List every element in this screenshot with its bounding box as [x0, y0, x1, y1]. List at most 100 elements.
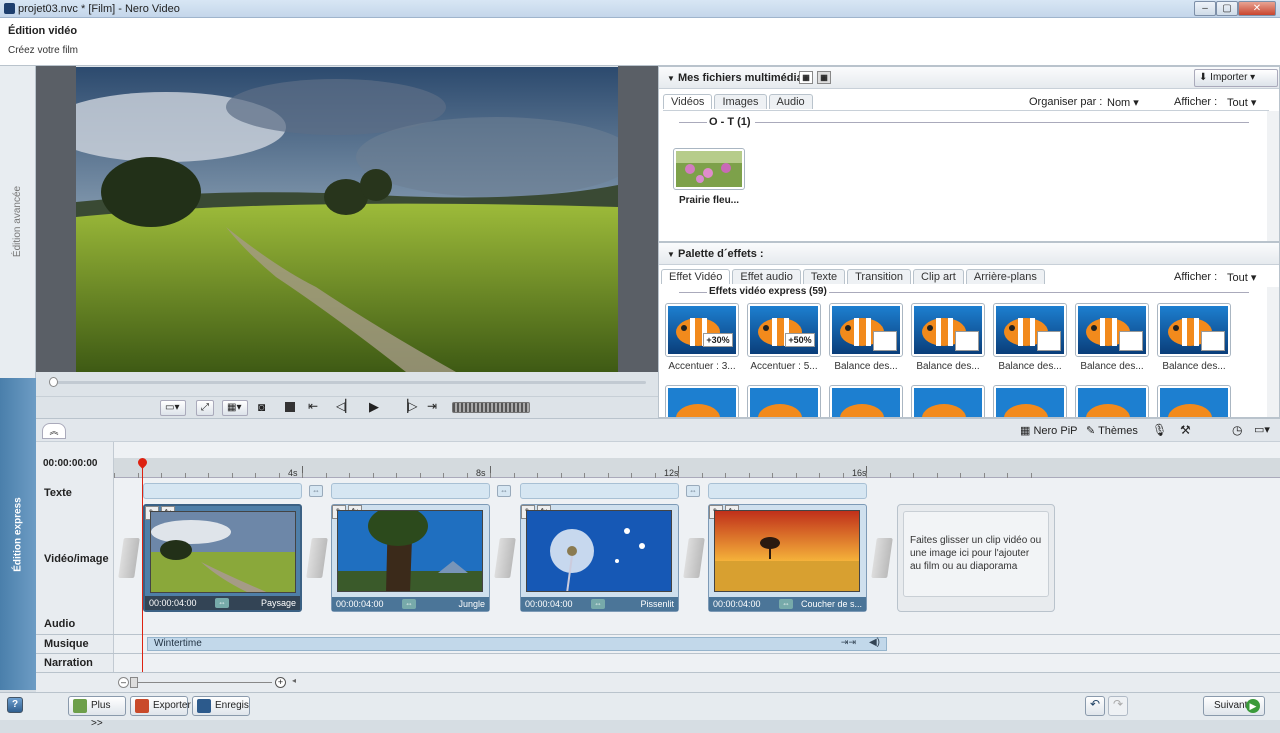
tab-audio-effect[interactable]: Effet audio [732, 269, 801, 284]
timeline-clip[interactable]: ✎fx 00:00:04:00⇔Jungle [331, 504, 490, 612]
ruler-minor-tick [725, 473, 726, 478]
preview-scrubber[interactable] [52, 381, 646, 384]
go-to-start-icon[interactable]: ⇤ [308, 399, 318, 413]
white-balance-icon [1037, 331, 1061, 351]
next-button[interactable]: Suivant ▶ [1203, 696, 1265, 716]
maximize-button[interactable]: ▢ [1216, 1, 1238, 16]
effect-tile[interactable] [747, 303, 821, 357]
fade-icon[interactable]: ⇥⇥ [841, 637, 856, 648]
effect-tile[interactable] [829, 385, 903, 417]
jog-wheel[interactable] [452, 402, 530, 413]
minimize-button[interactable]: – [1194, 1, 1216, 16]
text-slot[interactable] [331, 483, 490, 499]
tab-images[interactable]: Images [714, 94, 767, 109]
more-button[interactable]: Plus >> [68, 696, 126, 729]
nero-pip-button[interactable]: ▦ Nero PiP [1020, 424, 1077, 437]
save-button[interactable]: Enregistrer [192, 696, 250, 716]
effect-tile[interactable] [1075, 385, 1149, 417]
drop-zone[interactable]: Faites glisser un clip vidéo ou une imag… [897, 504, 1055, 612]
snapshot-icon[interactable]: ◙ [258, 400, 272, 414]
text-slot[interactable] [143, 483, 302, 499]
effect-tile[interactable] [1157, 385, 1231, 417]
ruler-minor-tick [443, 473, 444, 478]
effect-tile[interactable] [665, 385, 739, 417]
collapse-timeline-icon[interactable]: ︽ [42, 423, 66, 439]
previous-frame-icon[interactable]: ◁▏ [336, 399, 354, 413]
tab-audio[interactable]: Audio [768, 94, 813, 109]
trim-icon[interactable]: ⇔ [591, 599, 605, 609]
playhead[interactable] [142, 460, 143, 672]
trim-icon[interactable]: ⇔ [215, 598, 229, 608]
effect-tile[interactable] [993, 385, 1067, 417]
tab-videos[interactable]: Vidéos [663, 94, 713, 109]
themes-button[interactable]: ✎ Thèmes [1086, 424, 1138, 437]
sort-dropdown[interactable]: Nom ▾ [1107, 96, 1139, 109]
transition-link-icon[interactable]: ⇔ [686, 485, 700, 497]
tools-icon[interactable]: ⚒ [1180, 423, 1191, 437]
tab-text[interactable]: Texte [802, 269, 846, 284]
text-slot[interactable] [708, 483, 867, 499]
undo-icon[interactable]: ↶ [1085, 696, 1105, 716]
express-edit-tab[interactable]: Édition express [0, 378, 36, 690]
effect-tile[interactable] [911, 385, 985, 417]
clip-thumbnail [150, 511, 296, 593]
ruler-minor-tick [419, 473, 421, 478]
media-item-thumbnail[interactable] [673, 148, 745, 190]
collapse-icon[interactable]: ▼ [667, 74, 675, 83]
layout-button[interactable]: ▦▾ [222, 400, 248, 416]
next-frame-icon[interactable]: ▕▷ [399, 399, 417, 413]
help-icon[interactable]: ? [7, 697, 23, 713]
zoom-slider-handle[interactable] [130, 677, 138, 688]
scrubber-handle[interactable] [49, 377, 58, 387]
tab-transition[interactable]: Transition [847, 269, 912, 284]
more-label: Plus >> [91, 700, 111, 729]
show-value: Tout [1227, 97, 1248, 109]
volume-icon[interactable]: ◀) [869, 637, 880, 648]
effects-scrollbar[interactable] [1267, 287, 1279, 417]
window-title: projet03.nvc * [Film] - Nero Video [18, 3, 180, 15]
export-button[interactable]: Exporter [130, 696, 191, 716]
clip-thumbnail [337, 510, 483, 592]
import-button[interactable]: ⬇ Importer ▾ [1194, 69, 1278, 87]
media-scrollbar[interactable] [1267, 111, 1279, 241]
zoom-in-icon[interactable]: + [275, 677, 286, 688]
clip-info-bar: 00:00:04:00 ⇔ Paysage [145, 596, 300, 610]
trim-icon[interactable]: ⇔ [402, 599, 416, 609]
fullscreen-icon[interactable]: ⤢ [196, 400, 214, 416]
collapse-icon[interactable]: ▼ [667, 250, 675, 259]
microphone-icon[interactable]: 🎙 [1152, 423, 1167, 437]
scroll-left-icon[interactable]: ◂ [292, 676, 296, 685]
trim-icon[interactable]: ⇔ [779, 599, 793, 609]
transition-link-icon[interactable]: ⇔ [309, 485, 323, 497]
redo-icon[interactable]: ↷ [1108, 696, 1128, 716]
zoom-out-icon[interactable]: – [118, 677, 129, 688]
display-mode-button[interactable]: ▭▾ [160, 400, 186, 416]
text-slot[interactable] [520, 483, 679, 499]
stop-icon[interactable] [285, 402, 295, 412]
zoom-slider[interactable] [132, 682, 272, 683]
transition-link-icon[interactable]: ⇔ [497, 485, 511, 497]
show-dropdown[interactable]: Tout ▾ [1227, 96, 1256, 109]
play-icon[interactable]: ▶ [369, 399, 379, 415]
timeline-clip[interactable]: ✎fx 00:00:04:00⇔Coucher de s... [708, 504, 867, 612]
thumb-view-icon[interactable]: ▦ [817, 71, 831, 84]
list-view-icon[interactable]: ▦ [799, 71, 813, 84]
effect-tile[interactable] [747, 385, 821, 417]
timeline-clip[interactable]: ✎fx 00:00:04:00⇔Pissenlit [520, 504, 679, 612]
tab-backgrounds[interactable]: Arrière-plans [965, 269, 1045, 284]
effect-tile[interactable] [665, 303, 739, 357]
effects-show-dropdown[interactable]: Tout ▾ [1227, 271, 1256, 284]
clock-icon[interactable]: ◷ [1232, 423, 1242, 437]
music-clip[interactable]: Wintertime ⇥⇥ ◀) [147, 637, 887, 651]
tab-clip-art[interactable]: Clip art [913, 269, 964, 284]
tab-video-effect[interactable]: Effet Vidéo [661, 269, 731, 284]
media-panel-title: Mes fichiers multimédias [677, 72, 809, 84]
go-to-end-icon[interactable]: ⇥ [427, 399, 437, 413]
timeline-options-icon[interactable]: ▭▾ [1254, 423, 1270, 436]
close-button[interactable]: ✕ [1238, 1, 1276, 16]
effects-tabs: Effet Vidéo Effet audio Texte Transition Cli… [661, 269, 1047, 284]
advanced-edit-tab[interactable]: Édition avancée [2, 66, 34, 376]
timeline-clip[interactable]: ✎fx 00:00:04:00⇔Paysage [143, 504, 302, 612]
ruler-tick-label: 16s [852, 468, 867, 478]
export-icon [135, 699, 149, 713]
